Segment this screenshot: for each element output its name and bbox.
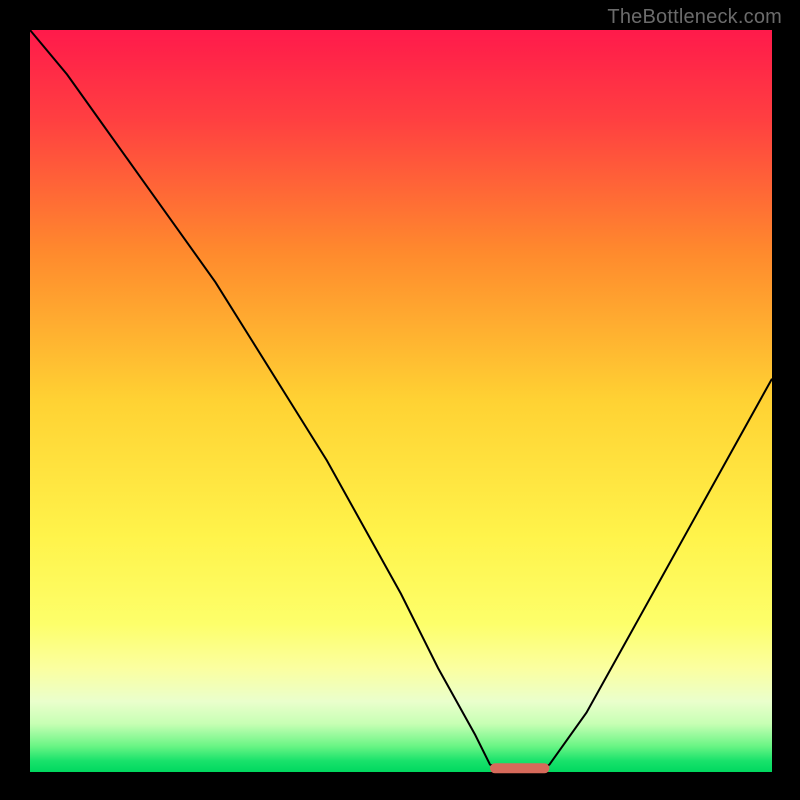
plot-background bbox=[30, 30, 772, 772]
bottleneck-plot bbox=[0, 0, 800, 800]
chart-stage: TheBottleneck.com bbox=[0, 0, 800, 800]
optimal-range-marker bbox=[490, 763, 549, 773]
watermark-text: TheBottleneck.com bbox=[607, 6, 782, 29]
